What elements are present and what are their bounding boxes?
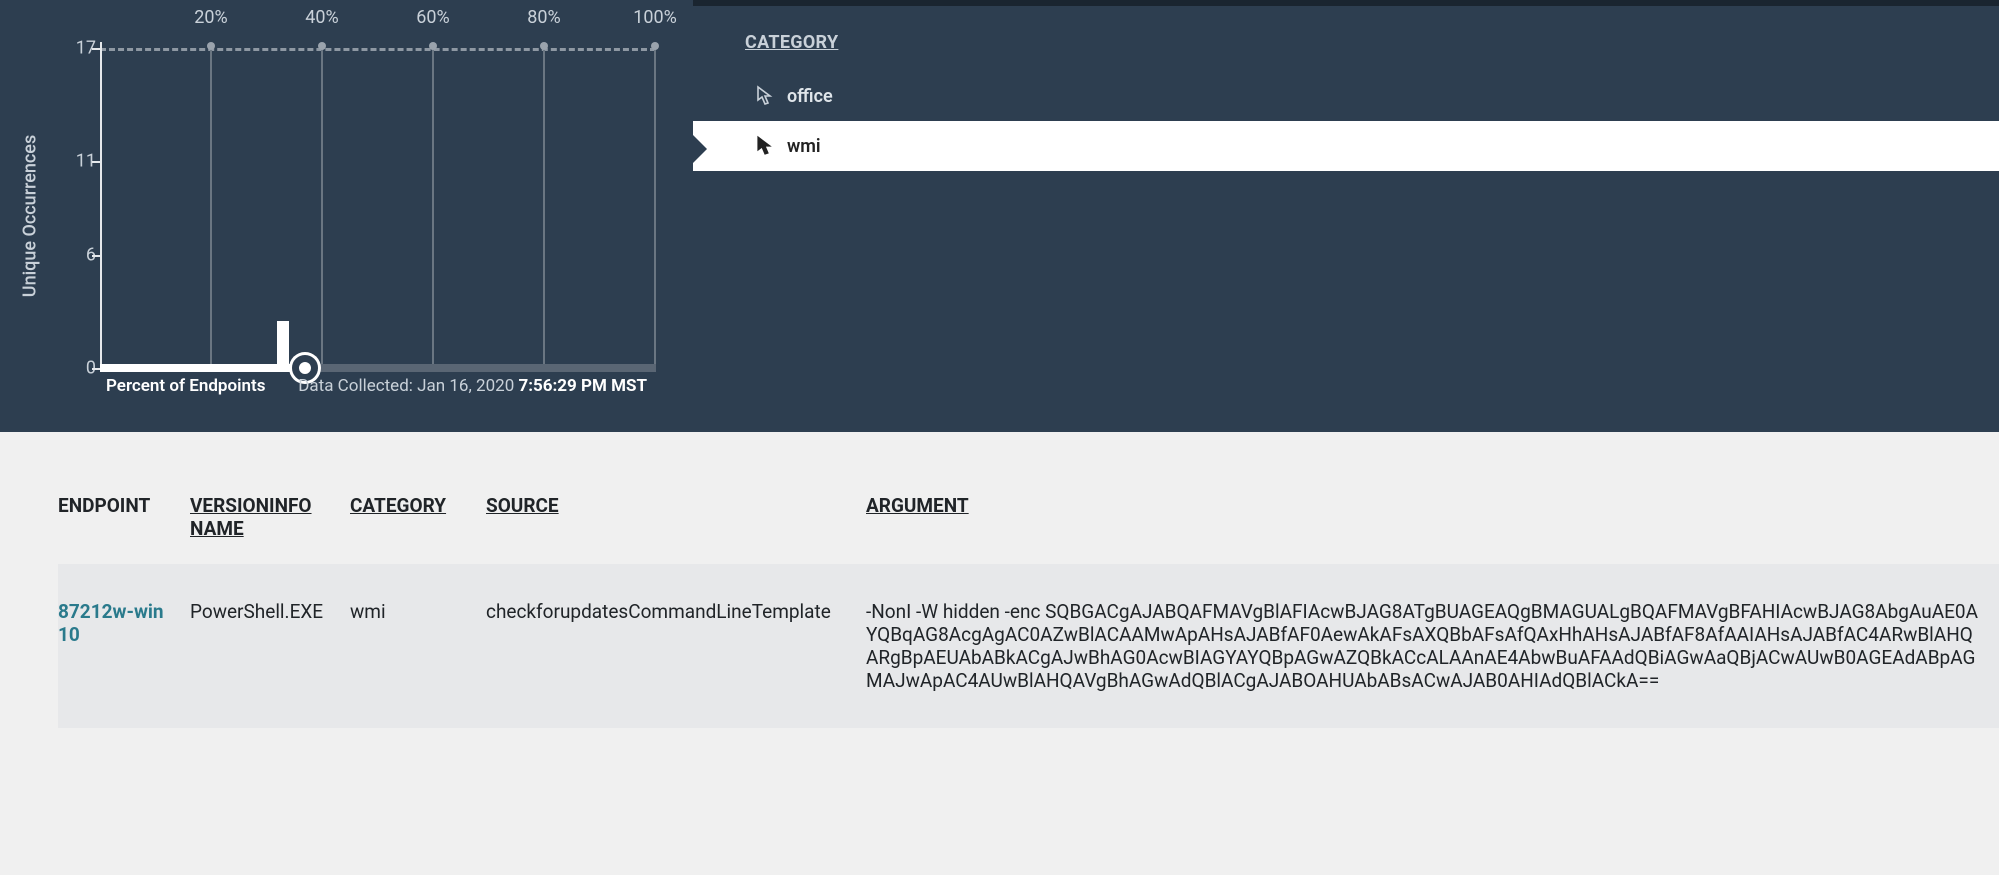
reference-line (100, 48, 656, 51)
x-axis-label: Percent of Endpoints (106, 376, 265, 396)
gridline (432, 48, 434, 368)
category-item-office[interactable]: office (693, 71, 1999, 121)
cell-versioninfo: PowerShell.EXE (190, 564, 350, 728)
chart-panel: Unique Occurrences 20% 40% 60% 80% (0, 0, 693, 432)
tick-dot (429, 42, 437, 50)
col-source[interactable]: SOURCE (486, 482, 866, 564)
x-tick-label: 40% (305, 7, 338, 28)
percent-slider[interactable] (100, 364, 656, 372)
chart-plot-area: 20% 40% 60% 80% 100% 17 11 6 0 (100, 0, 653, 362)
data-collected-label: Data Collected: Jan 16, 2020 7:56:29 PM … (298, 376, 647, 396)
x-tick-label: 20% (194, 7, 227, 28)
cell-argument: -NonI -W hidden -enc SQBGACgAJABQAFMAVgB… (866, 564, 1999, 728)
y-axis (100, 42, 102, 368)
x-tick-label: 80% (527, 7, 560, 28)
col-category[interactable]: CATEGORY (350, 482, 486, 564)
col-endpoint[interactable]: ENDPOINT (58, 482, 190, 564)
gridline (543, 48, 545, 368)
y-axis-label: Unique Occurrences (20, 135, 41, 297)
tick-dot (540, 42, 548, 50)
cell-source: checkforupdatesCommandLineTemplate (486, 564, 866, 728)
tick-dot (318, 42, 326, 50)
cursor-icon (755, 135, 773, 157)
category-item-wmi[interactable]: wmi (693, 121, 1999, 171)
category-panel: CATEGORY office wmi (693, 0, 1999, 432)
x-tick-label: 100% (633, 7, 677, 28)
gridline (321, 48, 323, 368)
results-table-wrap: ENDPOINT VERSIONINFO NAME CATEGORY SOURC… (0, 432, 1999, 728)
selection-arrow-icon (693, 135, 707, 163)
tick-dot (207, 42, 215, 50)
endpoint-link[interactable]: 87212w-win10 (58, 600, 164, 646)
gridline (654, 48, 656, 368)
cell-category: wmi (350, 564, 486, 728)
table-row[interactable]: 87212w-win10 PowerShell.EXE wmi checkfor… (58, 564, 1999, 728)
col-argument[interactable]: ARGUMENT (866, 482, 1999, 564)
x-tick-label: 60% (416, 7, 449, 28)
category-item-label: wmi (787, 136, 821, 157)
category-header: CATEGORY (693, 6, 1999, 71)
category-item-label: office (787, 86, 833, 107)
chart-bar[interactable] (277, 321, 289, 368)
gridline (210, 48, 212, 368)
slider-fill (100, 364, 305, 372)
col-versioninfo[interactable]: VERSIONINFO NAME (190, 482, 350, 564)
results-table: ENDPOINT VERSIONINFO NAME CATEGORY SOURC… (58, 482, 1999, 728)
tick-dot (651, 42, 659, 50)
cursor-icon (755, 85, 773, 107)
